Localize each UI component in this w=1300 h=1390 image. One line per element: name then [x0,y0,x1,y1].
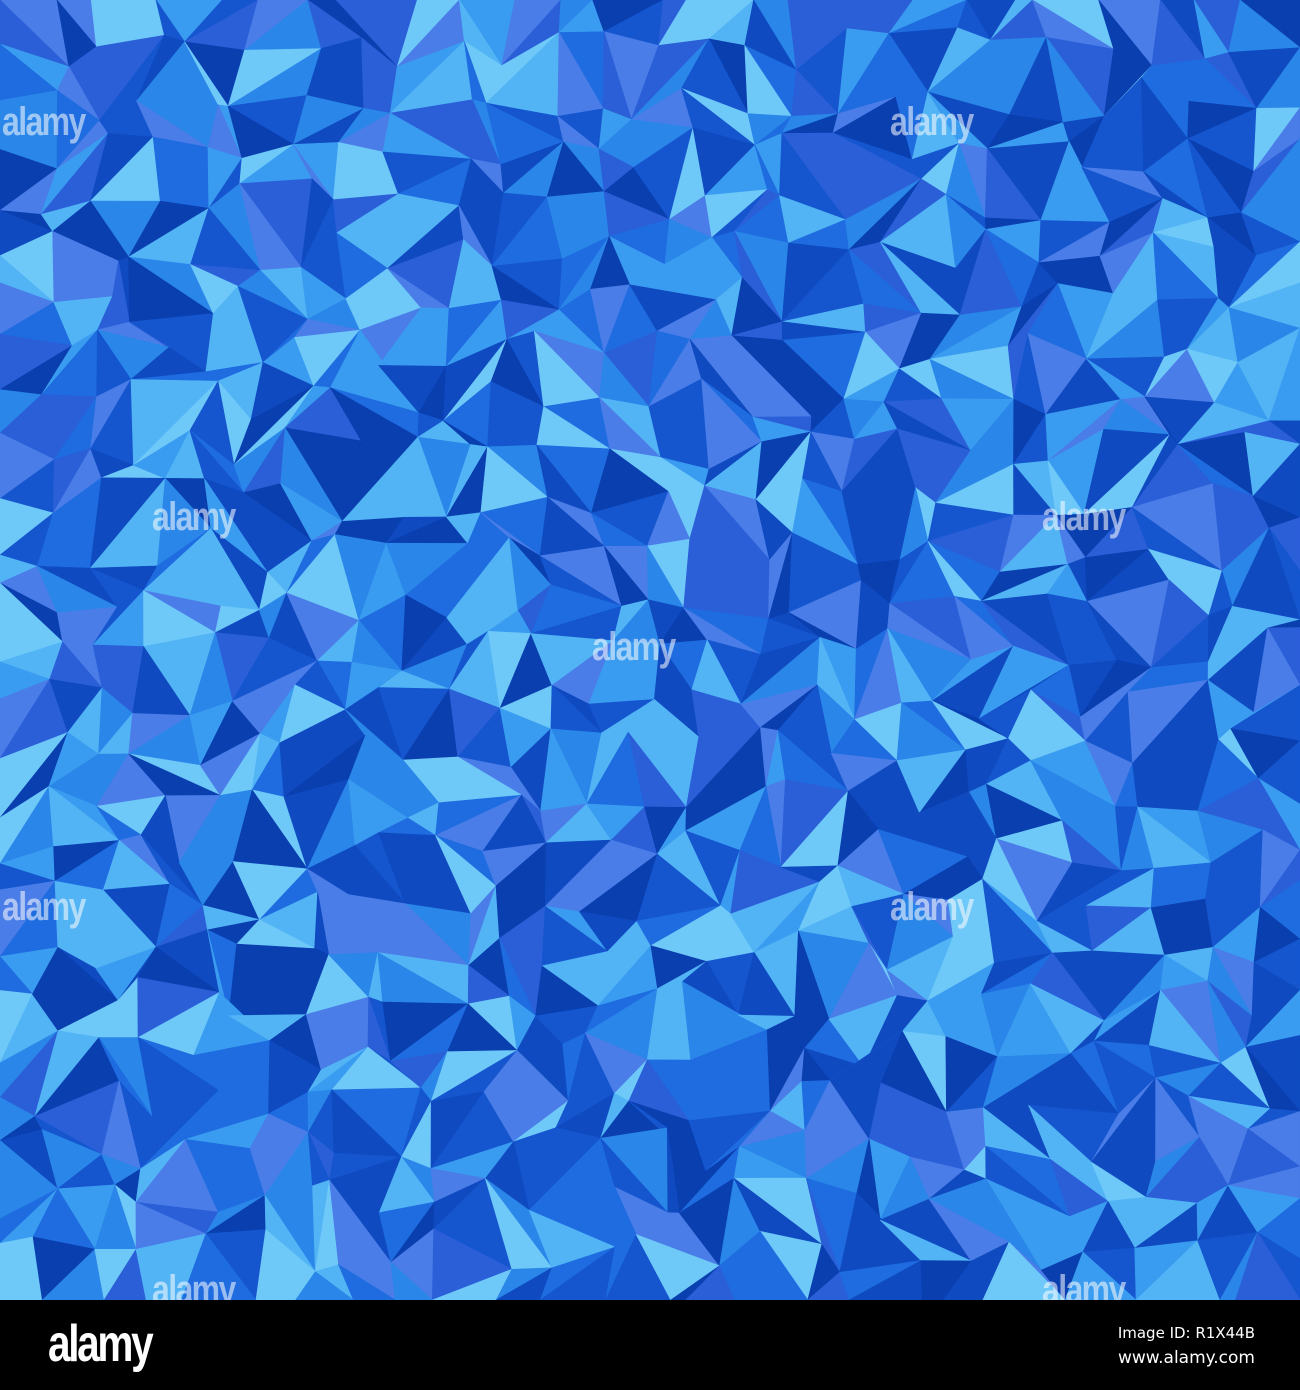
watermark: alamy [890,100,974,144]
stock-image: alamy alamy alamy alamy alamy alamy alam… [0,0,1300,1390]
alamy-logo: alamy [48,1315,154,1373]
watermark: alamy [152,495,236,539]
image-id: Image ID: R1X44B [1117,1324,1255,1342]
watermark: alamy [1042,495,1126,539]
footer-bar: alamy Image ID: R1X44B www.alamy.com [0,1300,1300,1390]
website-link[interactable]: www.alamy.com [1118,1348,1255,1368]
watermark: alamy [2,885,86,929]
watermark: alamy [592,625,676,669]
watermark: alamy [2,100,86,144]
watermark: alamy [890,885,974,929]
